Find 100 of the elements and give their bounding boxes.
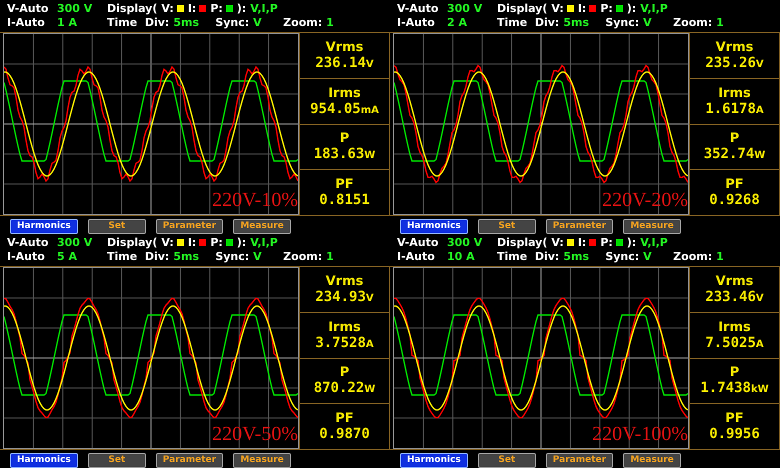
- sync-value: V: [253, 250, 263, 264]
- waveform-caption: 220V-20%: [602, 189, 688, 212]
- reading-name: P: [340, 131, 350, 146]
- reading-name: Vrms: [716, 274, 754, 289]
- legend-label: V:: [551, 236, 564, 249]
- display-value: V,I,P: [640, 2, 668, 15]
- time-div-value: 5ms: [563, 16, 590, 30]
- sync-label: Sync:: [215, 250, 250, 264]
- reading-name: Irms: [718, 320, 751, 335]
- reading-unit: A: [366, 338, 374, 350]
- display-label: Display(: [497, 2, 548, 15]
- reading-value: 1.6178: [705, 100, 756, 117]
- reading-name: PF: [725, 411, 744, 426]
- softkey-button[interactable]: Measure: [233, 219, 292, 234]
- time-div-label: Time Div:: [497, 16, 560, 30]
- time-div-value: 5ms: [173, 250, 200, 264]
- time-div-label: Time Div:: [107, 250, 170, 264]
- softkey-button[interactable]: Measure: [233, 453, 292, 468]
- reading-value: 352.74: [704, 146, 754, 162]
- softkey-button[interactable]: Parameter: [546, 219, 614, 234]
- reading-unit: kW: [750, 384, 769, 396]
- range-mode-label: I-Auto: [7, 250, 46, 264]
- softkey-button[interactable]: Set: [88, 453, 146, 468]
- display-value: V,I,P: [250, 2, 278, 15]
- range-value: 1 A: [57, 16, 78, 30]
- softkey-button[interactable]: Measure: [623, 453, 682, 468]
- display-label: Display(: [107, 236, 158, 249]
- zoom-label: Zoom:: [283, 16, 322, 30]
- softkey-button[interactable]: Harmonics: [10, 453, 78, 468]
- sync-label: Sync:: [215, 16, 250, 30]
- reading-value: 234.93: [315, 288, 366, 305]
- reading-value: 233.46: [705, 288, 756, 305]
- sync-label: Sync:: [605, 16, 640, 30]
- reading-value: 0.8151: [319, 192, 370, 208]
- zoom-value: 1: [716, 250, 724, 264]
- softkey-button[interactable]: Measure: [623, 219, 682, 234]
- reading-value: 235.26: [705, 54, 756, 71]
- display-value: V,I,P: [640, 236, 668, 249]
- display-label: Display(: [497, 236, 548, 249]
- reading-unit: V: [756, 58, 764, 70]
- display-label: ):: [626, 236, 636, 249]
- range-value: 300 V: [57, 236, 94, 249]
- legend-label: V:: [161, 2, 174, 15]
- reading-name: P: [340, 365, 350, 380]
- reading-unit: W: [754, 150, 766, 162]
- display-label: ):: [236, 2, 246, 15]
- reading-name: Vrms: [326, 274, 364, 289]
- range-mode-label: V-Auto: [7, 2, 50, 15]
- display-label: ):: [626, 2, 636, 15]
- reading-value: 0.9870: [319, 426, 370, 442]
- display-label: Display(: [107, 2, 158, 15]
- legend-label: I:: [578, 2, 586, 15]
- zoom-label: Zoom:: [283, 250, 322, 264]
- reading-value: 183.63: [314, 146, 364, 162]
- legend-label: P:: [600, 2, 613, 15]
- range-mode-label: I-Auto: [7, 16, 46, 30]
- reading-name: Vrms: [716, 40, 754, 55]
- reading-unit: A: [756, 104, 764, 116]
- legend-label: I:: [188, 2, 196, 15]
- softkey-button[interactable]: Set: [88, 219, 146, 234]
- sync-value: V: [253, 16, 263, 30]
- reading-value: 954.05: [310, 100, 361, 117]
- legend-label: P:: [600, 236, 613, 249]
- range-value: 5 A: [57, 250, 78, 264]
- zoom-value: 1: [716, 16, 724, 30]
- zoom-label: Zoom:: [673, 250, 712, 264]
- zoom-value: 1: [326, 16, 334, 30]
- range-value: 2 A: [447, 16, 468, 30]
- sync-label: Sync:: [605, 250, 640, 264]
- reading-unit: V: [366, 292, 374, 304]
- reading-name: Irms: [328, 86, 361, 101]
- reading-name: Irms: [328, 320, 361, 335]
- reading-value: 870.22: [314, 380, 364, 396]
- softkey-button[interactable]: Parameter: [156, 219, 224, 234]
- range-value: 300 V: [447, 2, 484, 15]
- legend-label: P:: [210, 2, 223, 15]
- reading-value: 3.7528: [315, 334, 366, 351]
- reading-name: P: [730, 131, 740, 146]
- range-mode-label: V-Auto: [397, 236, 440, 249]
- reading-name: PF: [335, 177, 354, 192]
- softkey-button[interactable]: Parameter: [546, 453, 614, 468]
- legend-label: I:: [578, 236, 586, 249]
- sync-value: V: [643, 16, 653, 30]
- reading-unit: mA: [360, 104, 379, 116]
- softkey-button[interactable]: Parameter: [156, 453, 224, 468]
- reading-value: 236.14: [315, 54, 366, 71]
- time-div-label: Time Div:: [497, 250, 560, 264]
- softkey-button[interactable]: Harmonics: [400, 453, 468, 468]
- reading-value: 1.7438: [700, 380, 751, 396]
- reading-value: 7.5025: [705, 334, 756, 351]
- zoom-label: Zoom:: [673, 16, 712, 30]
- range-value: 300 V: [57, 2, 94, 15]
- softkey-button[interactable]: Set: [478, 219, 536, 234]
- legend-label: V:: [161, 236, 174, 249]
- reading-unit: V: [366, 58, 374, 70]
- softkey-button[interactable]: Harmonics: [10, 219, 78, 234]
- waveform-caption: 220V-50%: [212, 423, 298, 446]
- waveform-caption: 220V-10%: [212, 189, 298, 212]
- softkey-button[interactable]: Set: [478, 453, 536, 468]
- softkey-button[interactable]: Harmonics: [400, 219, 468, 234]
